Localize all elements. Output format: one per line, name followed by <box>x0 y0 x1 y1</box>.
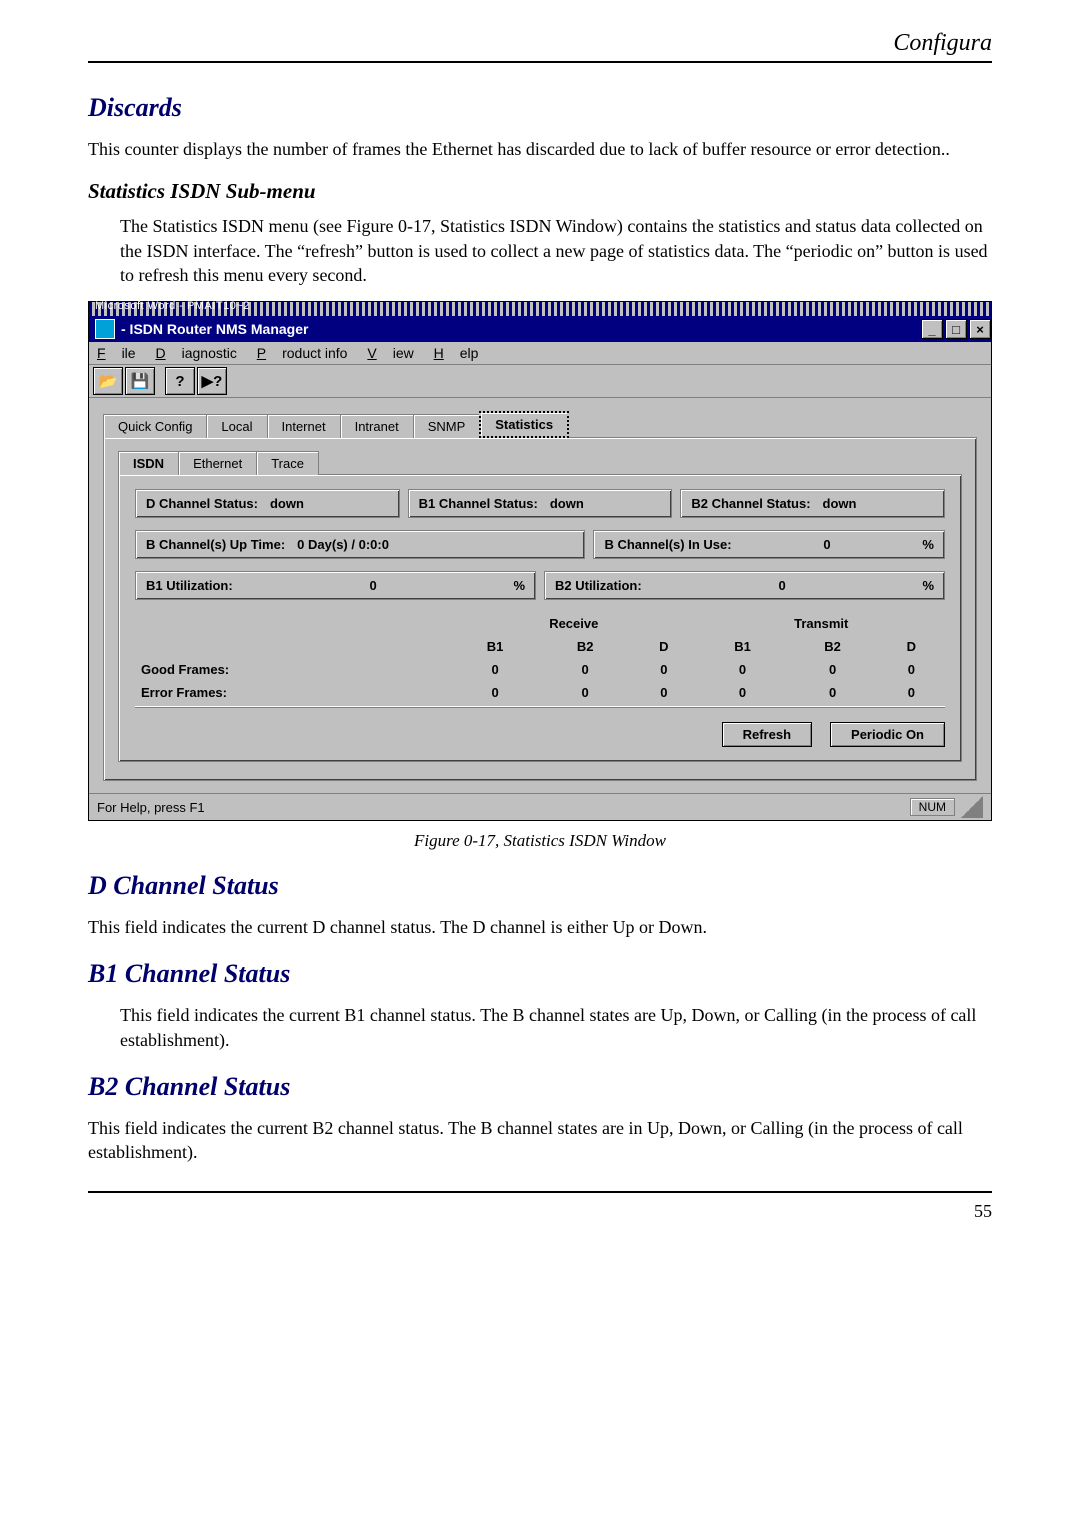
para-b1: This field indicates the current B1 chan… <box>120 1003 992 1052</box>
menu-product-info[interactable]: Product info <box>257 345 348 361</box>
window-title: - ISDN Router NMS Manager <box>121 321 308 337</box>
tab-intranet[interactable]: Intranet <box>340 414 414 438</box>
bchannel-inuse: B Channel(s) In Use: 0 % <box>593 530 945 559</box>
frames-table: Receive Transmit B1 B2 D B1 B2 D <box>135 612 945 704</box>
numlock-indicator: NUM <box>910 798 955 816</box>
header-rule <box>88 61 992 63</box>
open-icon[interactable]: 📂 <box>93 367 123 395</box>
tab-trace[interactable]: Trace <box>256 451 319 475</box>
menu-help[interactable]: Help <box>434 345 479 361</box>
col-transmit: Transmit <box>697 612 945 635</box>
menu-bar: File Diagnostic Product info View Help <box>89 342 991 365</box>
heading-discards: Discards <box>88 93 992 123</box>
table-row: Error Frames: 0 0 0 0 0 0 <box>135 681 945 704</box>
b2-utilization: B2 Utilization: 0 % <box>544 571 945 600</box>
sub-tabs: ISDN Ethernet Trace <box>118 450 962 474</box>
save-icon[interactable]: 💾 <box>125 367 155 395</box>
heading-stats-isdn: Statistics ISDN Sub-menu <box>88 179 992 204</box>
menu-view[interactable]: View <box>367 345 413 361</box>
title-bar: - ISDN Router NMS Manager _ □ × <box>89 316 991 342</box>
para-discards: This counter displays the number of fram… <box>88 137 992 161</box>
tab-ethernet[interactable]: Ethernet <box>178 451 257 475</box>
tab-isdn[interactable]: ISDN <box>118 451 179 475</box>
heading-b1: B1 Channel Status <box>88 959 992 989</box>
refresh-button[interactable]: Refresh <box>722 722 812 747</box>
help-icon[interactable]: ? <box>165 367 195 395</box>
close-button[interactable]: × <box>969 319 991 339</box>
page-number: 55 <box>88 1201 992 1222</box>
tab-internet[interactable]: Internet <box>267 414 341 438</box>
tab-statistics[interactable]: Statistics <box>479 411 569 438</box>
resize-grip-icon[interactable] <box>961 796 983 818</box>
periodic-on-button[interactable]: Periodic On <box>830 722 945 747</box>
heading-b2: B2 Channel Status <box>88 1072 992 1102</box>
d-channel-status: D Channel Status: down <box>135 489 400 518</box>
status-bar: For Help, press F1 NUM <box>89 793 991 820</box>
tab-local[interactable]: Local <box>206 414 267 438</box>
footer-rule <box>88 1191 992 1193</box>
toolbar: 📂 💾 ? ▶? <box>89 365 991 398</box>
menu-file[interactable]: File <box>97 345 136 361</box>
heading-dchan: D Channel Status <box>88 871 992 901</box>
status-text: For Help, press F1 <box>97 800 205 815</box>
running-head: Configura <box>88 30 992 57</box>
nms-window: Microsoft Word - PMAIT10~2 - ISDN Router… <box>88 301 992 821</box>
maximize-button[interactable]: □ <box>945 319 967 339</box>
b1-utilization: B1 Utilization: 0 % <box>135 571 536 600</box>
para-stats-isdn: The Statistics ISDN menu (see Figure 0-1… <box>120 214 992 287</box>
app-icon <box>95 319 115 339</box>
para-dchan: This field indicates the current D chann… <box>88 915 992 939</box>
tab-quick-config[interactable]: Quick Config <box>103 414 207 438</box>
para-b2: This field indicates the current B2 chan… <box>88 1116 992 1165</box>
menu-diagnostic[interactable]: Diagnostic <box>155 345 236 361</box>
main-tabs: Quick Config Local Internet Intranet SNM… <box>103 410 977 437</box>
minimize-button[interactable]: _ <box>921 319 943 339</box>
table-row: Good Frames: 0 0 0 0 0 0 <box>135 658 945 681</box>
b2-channel-status: B2 Channel Status: down <box>680 489 945 518</box>
context-help-icon[interactable]: ▶? <box>197 367 227 395</box>
parent-title-strip: Microsoft Word - PMAIT10~2 <box>89 302 991 316</box>
col-receive: Receive <box>450 612 697 635</box>
parent-title-text: Microsoft Word - PMAIT10~2 <box>95 300 250 312</box>
figure-caption: Figure 0-17, Statistics ISDN Window <box>88 831 992 851</box>
b1-channel-status: B1 Channel Status: down <box>408 489 673 518</box>
bchannel-uptime: B Channel(s) Up Time: 0 Day(s) / 0:0:0 <box>135 530 585 559</box>
tab-snmp[interactable]: SNMP <box>413 414 481 438</box>
